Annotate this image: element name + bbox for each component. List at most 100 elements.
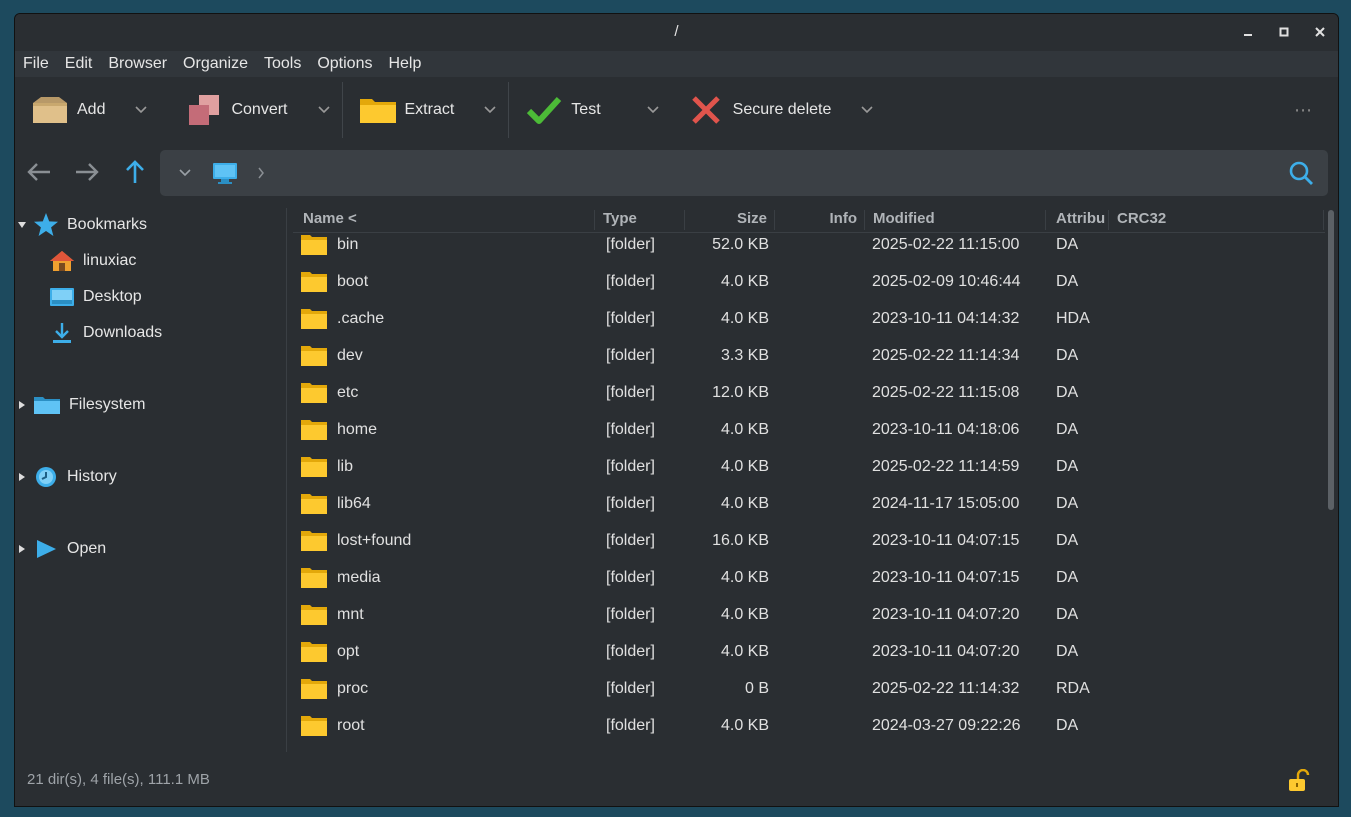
search-icon[interactable] <box>1288 160 1314 186</box>
sidebar-history-label: History <box>67 468 117 485</box>
table-row[interactable]: lost+found [folder] 16.0 KB 2023-10-11 04:0… <box>293 522 1325 559</box>
file-attributes: DA <box>1056 532 1079 549</box>
menu-browser[interactable]: Browser <box>100 55 175 73</box>
convert-dropdown-chevron-icon[interactable] <box>317 106 330 114</box>
collapsed-triangle-icon[interactable] <box>17 400 27 410</box>
file-name: bin <box>337 236 359 253</box>
extract-dropdown-chevron-icon[interactable] <box>484 106 496 114</box>
file-name: proc <box>337 680 369 697</box>
folder-extract-icon <box>359 93 397 127</box>
menu-edit[interactable]: Edit <box>57 55 101 73</box>
file-attributes: DA <box>1056 458 1079 475</box>
folder-icon <box>301 383 327 403</box>
file-attributes: DA <box>1056 717 1079 734</box>
file-size: 16.0 KB <box>712 532 769 549</box>
convert-button[interactable]: Convert <box>147 78 330 142</box>
desktop-icon <box>50 288 74 306</box>
forward-button[interactable] <box>73 158 101 186</box>
location-bar[interactable] <box>160 150 1328 196</box>
folder-icon <box>301 679 327 699</box>
folder-icon <box>301 235 327 255</box>
add-button[interactable]: Add <box>15 78 148 142</box>
extract-button[interactable]: Extract <box>343 78 497 142</box>
file-type: [folder] <box>606 717 655 734</box>
secure-delete-dropdown-chevron-icon[interactable] <box>861 106 873 114</box>
minimize-icon <box>1244 33 1252 36</box>
file-modified: 2025-02-22 11:14:32 <box>872 680 1020 697</box>
file-type: [folder] <box>606 236 655 253</box>
vertical-scrollbar[interactable] <box>1327 210 1335 755</box>
file-modified: 2023-10-11 04:18:06 <box>872 421 1020 438</box>
file-modified: 2023-10-11 04:07:15 <box>872 569 1020 586</box>
up-button[interactable] <box>121 158 149 186</box>
unlocked-padlock-icon[interactable] <box>1286 769 1310 793</box>
file-type: [folder] <box>606 458 655 475</box>
sidebar-item-linuxiac[interactable]: linuxiac <box>49 248 136 274</box>
menu-help[interactable]: Help <box>380 55 429 73</box>
sidebar-section-open[interactable]: Open <box>17 536 106 562</box>
sidebar-section-history[interactable]: History <box>17 464 117 490</box>
navigation-bar <box>15 148 1338 198</box>
file-type: [folder] <box>606 680 655 697</box>
close-button[interactable] <box>1312 24 1328 40</box>
more-options-icon[interactable]: ⋯ <box>1294 100 1314 121</box>
file-name: lost+found <box>337 532 412 549</box>
convert-label: Convert <box>231 101 288 118</box>
table-row[interactable]: lib64 [folder] 4.0 KB 2024-11-17 15:05:00 DA <box>293 485 1325 522</box>
file-type: [folder] <box>606 347 655 364</box>
table-row[interactable]: proc [folder] 0 B 2025-02-22 11:14:32 RDA <box>293 670 1325 707</box>
file-size: 4.0 KB <box>720 569 769 586</box>
folder-icon <box>301 420 327 440</box>
back-button[interactable] <box>25 158 53 186</box>
file-name: opt <box>337 643 360 660</box>
table-row[interactable]: media [folder] 4.0 KB 2023-10-11 04:07:15 DA <box>293 559 1325 596</box>
menu-file[interactable]: File <box>15 55 57 73</box>
table-row[interactable]: root [folder] 4.0 KB 2024-03-27 09:22:26 DA <box>293 707 1325 744</box>
table-row[interactable]: mnt [folder] 4.0 KB 2023-10-11 04:07:20 DA <box>293 596 1325 633</box>
expanded-triangle-icon[interactable] <box>17 221 27 229</box>
table-row[interactable]: home [folder] 4.0 KB 2023-10-11 04:18:06 DA <box>293 411 1325 448</box>
convert-icon <box>185 93 223 127</box>
file-size: 3.3 KB <box>720 347 769 364</box>
secure-delete-button[interactable]: Secure delete <box>659 78 874 142</box>
path-separator-chevron-icon[interactable] <box>257 167 265 179</box>
table-row[interactable]: dev [folder] 3.3 KB 2025-02-22 11:14:34 DA <box>293 337 1325 374</box>
maximize-button[interactable] <box>1276 24 1292 40</box>
delete-x-icon <box>687 93 725 127</box>
folder-blue-icon <box>34 397 60 414</box>
history-dropdown-chevron-icon[interactable] <box>178 168 192 178</box>
file-type: [folder] <box>606 643 655 660</box>
folder-icon <box>301 605 327 625</box>
table-row[interactable]: .cache [folder] 4.0 KB 2023-10-11 04:14:32 H… <box>293 300 1325 337</box>
sidebar-splitter[interactable] <box>286 208 287 752</box>
menu-organize[interactable]: Organize <box>175 55 256 73</box>
file-size: 12.0 KB <box>712 384 769 401</box>
table-row[interactable]: boot [folder] 4.0 KB 2025-02-09 10:46:44 DA <box>293 263 1325 300</box>
table-row[interactable]: etc [folder] 12.0 KB 2025-02-22 11:15:08 DA <box>293 374 1325 411</box>
file-size: 0 B <box>744 680 769 697</box>
folder-icon <box>301 716 327 736</box>
sidebar-section-filesystem[interactable]: Filesystem <box>17 392 145 418</box>
sidebar-section-bookmarks[interactable]: Bookmarks <box>17 212 147 238</box>
table-row[interactable]: bin [folder] 52.0 KB 2025-02-22 11:15:00 DA <box>293 226 1325 263</box>
sidebar-item-downloads[interactable]: Downloads <box>49 320 162 346</box>
scrollbar-thumb[interactable] <box>1328 210 1334 510</box>
sidebar-item-desktop[interactable]: Desktop <box>49 284 142 310</box>
extract-label: Extract <box>404 101 455 118</box>
collapsed-triangle-icon[interactable] <box>17 544 27 554</box>
download-icon <box>53 323 71 343</box>
test-button[interactable]: Test <box>509 78 659 142</box>
menu-options[interactable]: Options <box>309 55 380 73</box>
menu-tools[interactable]: Tools <box>256 55 309 73</box>
computer-icon[interactable] <box>212 162 238 184</box>
folder-icon <box>301 272 327 292</box>
file-modified: 2023-10-11 04:07:20 <box>872 606 1020 623</box>
sidebar-item-label: linuxiac <box>83 252 137 269</box>
table-row[interactable]: opt [folder] 4.0 KB 2023-10-11 04:07:20 DA <box>293 633 1325 670</box>
minimize-button[interactable] <box>1240 24 1256 40</box>
table-row[interactable]: lib [folder] 4.0 KB 2025-02-22 11:14:59 DA <box>293 448 1325 485</box>
collapsed-triangle-icon[interactable] <box>17 472 27 482</box>
arrow-right-icon <box>76 163 99 181</box>
add-dropdown-chevron-icon[interactable] <box>135 106 148 114</box>
test-dropdown-chevron-icon[interactable] <box>647 106 659 114</box>
